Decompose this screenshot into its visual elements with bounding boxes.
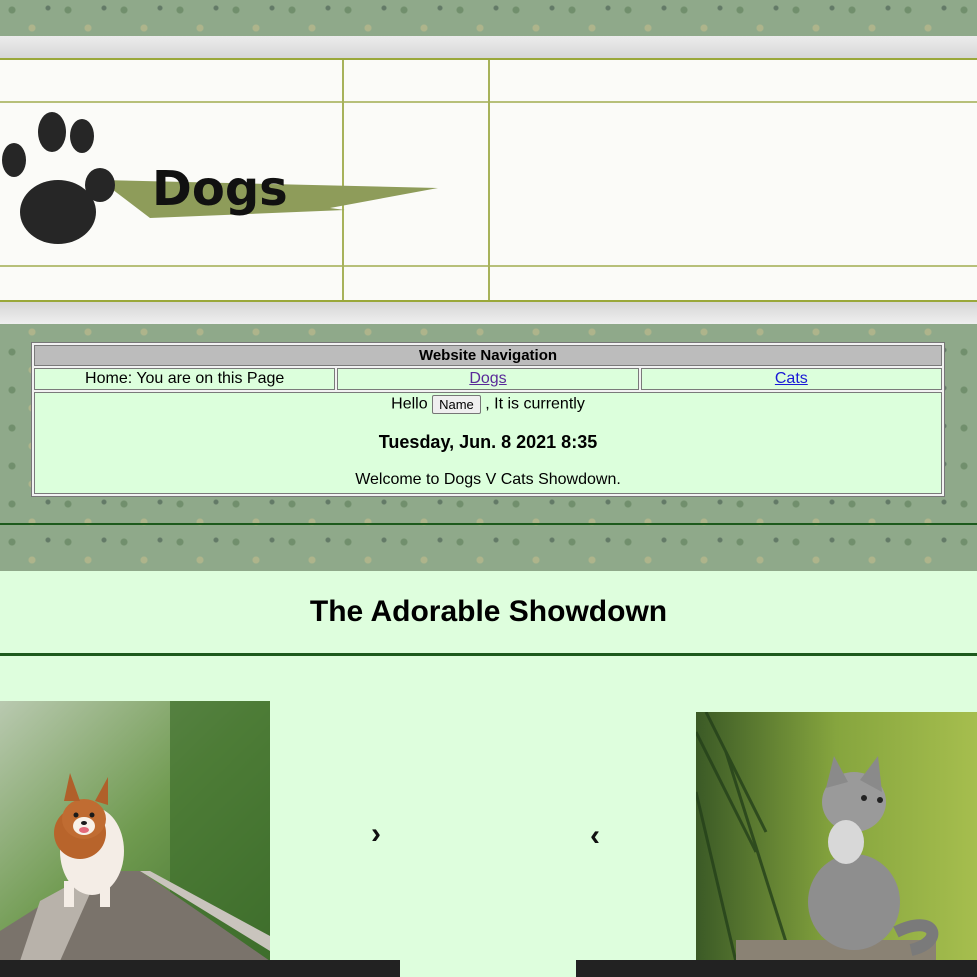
dogs-logo: Dogs — [2, 112, 438, 244]
paw-pattern-strip — [0, 0, 977, 36]
next-arrow-button[interactable]: › — [371, 817, 381, 851]
hello-text: Hello — [391, 395, 428, 413]
site-banner: Dogs — [0, 58, 977, 302]
website-navigation: Website Navigation Home: You are on this… — [31, 342, 945, 497]
corgi-photo — [0, 701, 270, 961]
current-datetime: Tuesday, Jun. 8 2021 8:35 — [378, 432, 598, 452]
nav-dogs-cell: Dogs — [337, 368, 639, 390]
kitten-photo — [696, 712, 977, 962]
nav-home: Home: You are on this Page — [34, 368, 336, 390]
nav-link-cats[interactable]: Cats — [775, 370, 808, 387]
showdown-section: The Adorable Showdown › ‹ — [0, 571, 977, 977]
logo-text: Dogs — [152, 161, 288, 217]
banner-rail-top — [0, 36, 977, 58]
welcome-message: Welcome to Dogs V Cats Showdown. — [355, 471, 621, 488]
nav-link-dogs[interactable]: Dogs — [469, 370, 506, 387]
nav-heading: Website Navigation — [34, 345, 942, 366]
prev-arrow-button[interactable]: ‹ — [590, 819, 600, 853]
section-divider — [0, 523, 977, 525]
nav-cats-cell: Cats — [640, 368, 942, 390]
footer-bar-right — [576, 960, 977, 977]
cat-image — [696, 712, 977, 962]
greeting-panel: Hello Name , It is currently Tuesday, Ju… — [34, 392, 942, 494]
dog-image — [0, 701, 270, 961]
banner-rail-bottom — [0, 302, 977, 324]
footer-bar-left — [0, 960, 400, 977]
currently-text: , It is currently — [485, 395, 585, 413]
name-button[interactable]: Name — [432, 395, 481, 414]
paw-print-icon — [2, 112, 115, 244]
title-rule — [0, 653, 977, 656]
showdown-title: The Adorable Showdown — [309, 595, 668, 628]
